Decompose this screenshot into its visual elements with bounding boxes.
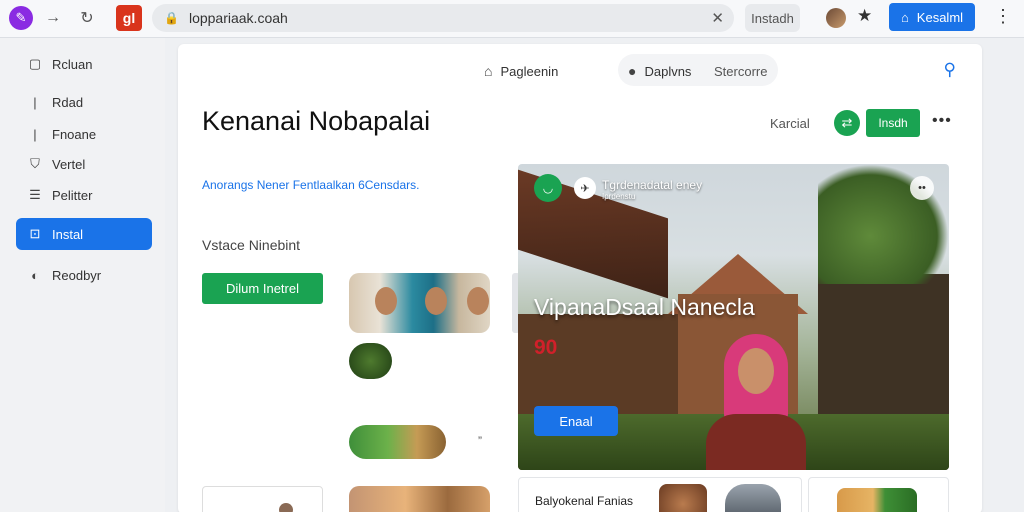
nav-home[interactable]: ⌂ Pagleenin [484, 58, 558, 84]
sidebar-item-label: Vertel [52, 156, 86, 172]
woman-image [706, 334, 806, 470]
chat-icon: ● [628, 63, 637, 79]
star-icon[interactable]: ★ [857, 6, 872, 26]
main-content: ⌂ Pagleenin ● Daplvns Stercorre ⚲ Kenana… [178, 44, 982, 512]
small-card[interactable] [202, 486, 323, 512]
top-nav: ⌂ Pagleenin ● Daplvns Stercorre ⚲ [178, 54, 982, 86]
more-icon[interactable]: •• [910, 176, 934, 200]
hero-badge: 90 [534, 336, 558, 359]
thumbnail-snacks[interactable] [349, 486, 490, 512]
list-icon: ☰ [29, 187, 41, 202]
close-x-icon[interactable]: ✕ [711, 9, 724, 27]
sidebar-item-reodbyr[interactable]: ◐ Reodbyr [16, 259, 152, 291]
nav-tab-label: Stercorre [714, 63, 768, 79]
channel-link[interactable]: Karcial [770, 116, 810, 131]
forward-arrow-icon[interactable]: → [40, 5, 66, 31]
page-title: Kenanai Nobapalai [202, 106, 431, 136]
primary-action-button[interactable]: Dilum Inetrel [202, 273, 323, 304]
thumbnail-people[interactable] [349, 273, 490, 333]
avatar [279, 503, 293, 512]
section-heading: Vstace Ninebint [202, 237, 301, 253]
sidebar-item-label: Fnoane [52, 126, 97, 142]
more-options-icon[interactable]: ••• [932, 112, 952, 130]
hero-video[interactable]: ◡ ✈ Tgrdenadatal eney Iprdenstu •• Vipan… [518, 164, 949, 470]
nav-tab[interactable]: Stercorre [714, 58, 767, 84]
info-link[interactable]: Anorangs Nener Fentlaalkan 6Censdars. [202, 178, 419, 192]
leaf-icon: ◐ [31, 267, 39, 283]
user-icon: ⌂ [900, 9, 909, 25]
sidebar-item-vertel[interactable]: ⛉ Vertel [16, 148, 152, 180]
sidebar-item-fnoane[interactable]: | Fnoane [16, 118, 152, 150]
login-button[interactable]: ⌂ Kesalml [889, 3, 975, 31]
person-image [467, 287, 489, 315]
bar-icon: | [33, 126, 37, 142]
sidebar-item-label: Rcluan [52, 56, 93, 72]
url-text: loppariaak.coah [188, 10, 288, 26]
sidebar-item-rdad[interactable]: | Rdad [16, 86, 152, 118]
lock-icon: 🔒 [164, 11, 179, 25]
quote-icon: ” [478, 434, 482, 448]
hero-topbar: ◡ ✈ Tgrdenadatal eney Iprdenstu •• [518, 164, 949, 208]
browser-toolbar: ✎ → ↻ gl 🔒 loppariaak.coah ✕ Instadh ★ ⌂… [0, 0, 1024, 38]
reload-icon[interactable]: ↻ [74, 5, 100, 31]
food-image [837, 488, 917, 512]
search-icon[interactable]: ⚲ [944, 60, 956, 80]
person-image [375, 287, 397, 315]
share-button[interactable]: ⇄ [834, 110, 860, 136]
hero-channel-name[interactable]: Tgrdenadatal eney [602, 178, 702, 192]
hero-button[interactable]: Enaal [534, 406, 618, 436]
person-image [725, 484, 781, 512]
thumbnail-food-small[interactable] [349, 343, 392, 379]
shield-icon: ⛉ [30, 156, 40, 171]
nav-chat-label: Daplvns [644, 63, 692, 79]
extension-logo-icon[interactable]: gl [116, 5, 142, 31]
person-image [425, 287, 447, 315]
install-button[interactable]: Instadh [745, 4, 800, 32]
sidebar-item-label: Instal [52, 226, 84, 242]
sidebar-item-label: Pelitter [52, 187, 93, 203]
sidebar-item-label: Rdad [52, 94, 84, 110]
nav-home-label: Pagleenin [500, 63, 559, 79]
thumbnail-vegetables[interactable] [349, 425, 446, 459]
hero-channel-sub: Iprdenstu [602, 192, 636, 201]
nav-chat[interactable]: ● Daplvns [628, 58, 691, 84]
login-button-label: Kesalml [916, 9, 964, 25]
bar-icon: | [33, 94, 37, 110]
address-bar[interactable]: 🔒 loppariaak.coah ✕ [152, 4, 734, 32]
avatar[interactable] [826, 8, 846, 28]
channel-logo-icon[interactable]: ◡ [534, 174, 562, 202]
sidebar: ▢ Rcluan | Rdad | Fnoane ⛉ Vertel ☰ Peli… [0, 38, 165, 512]
square-icon: ▢ [28, 56, 42, 71]
face-shape [738, 348, 774, 394]
bottom-card[interactable] [808, 477, 949, 512]
sidebar-item-label: Reodbyr [52, 267, 102, 283]
pin-icon[interactable]: ✈ [574, 177, 596, 199]
bottom-card[interactable]: Balyokenal Fanias [518, 477, 802, 512]
menu-dots-icon[interactable]: ⋮ [994, 6, 1012, 27]
body-shape [706, 414, 806, 470]
sidebar-item-pelitter[interactable]: ☰ Pelitter [16, 179, 152, 211]
food-image [659, 484, 707, 512]
sidebar-item-rcluan[interactable]: ▢ Rcluan [16, 48, 152, 80]
install-icon: ⊡ [29, 226, 41, 241]
home-icon: ⌂ [484, 63, 493, 79]
hero-title: VipanaDsaal Nanecla [534, 294, 755, 320]
app-logo-icon[interactable]: ✎ [9, 6, 33, 30]
bottom-card-label: Balyokenal Fanias [535, 494, 634, 508]
sidebar-item-instal[interactable]: ⊡ Instal [16, 218, 152, 250]
install-button[interactable]: Insdh [866, 109, 920, 137]
share-icon: ⇄ [841, 115, 853, 130]
